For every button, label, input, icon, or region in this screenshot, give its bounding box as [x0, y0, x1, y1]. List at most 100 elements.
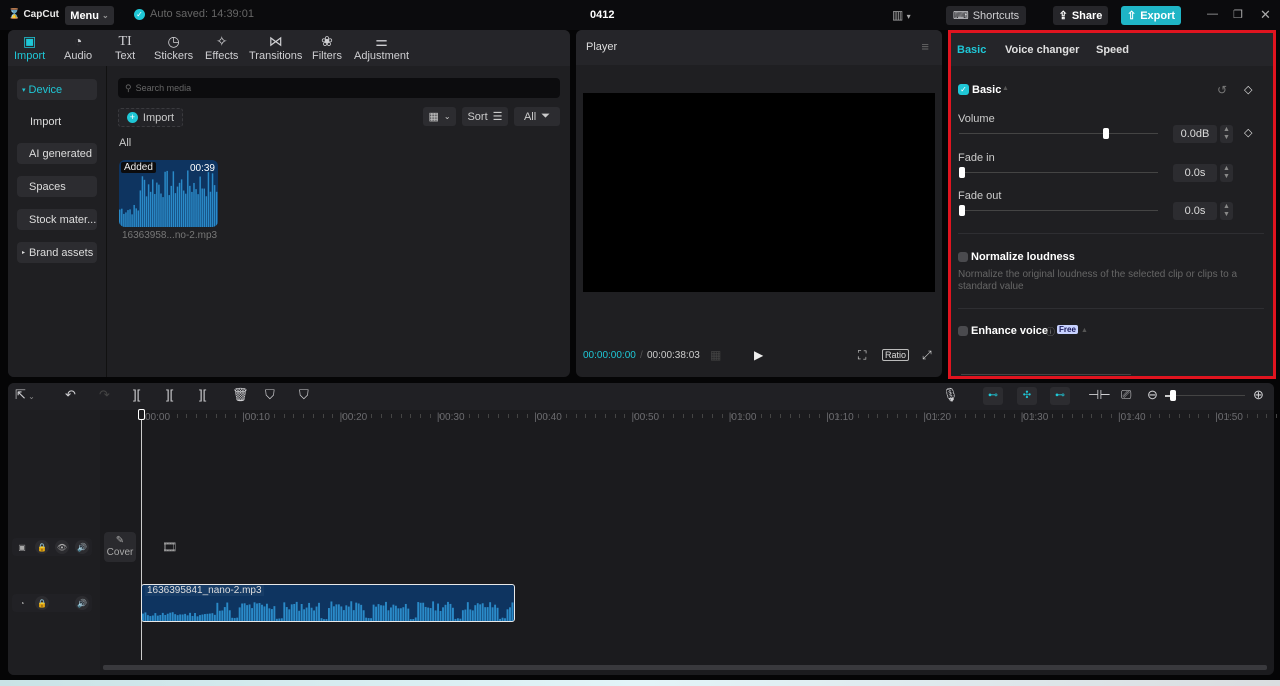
view-mode-button[interactable]: ▦ ⌄ [423, 107, 456, 126]
waveform-bar [137, 210, 140, 227]
search-input[interactable]: ⚲ Search media [118, 78, 560, 98]
sidebar-item-brand-assets[interactable]: ▸ Brand assets [17, 242, 97, 263]
timeline-zoom-slider[interactable] [1165, 395, 1245, 396]
volume-stepper[interactable]: ▲ ▼ [1220, 125, 1233, 143]
split-right-icon[interactable]: ][ [199, 388, 206, 402]
volume-input[interactable]: 0.0dB [1173, 125, 1217, 143]
sidebar-item-device[interactable]: ▾ Device [17, 79, 97, 100]
fade-in-stepper[interactable]: ▲ ▼ [1220, 164, 1233, 182]
zoom-out-icon[interactable]: ⊖ [1147, 388, 1158, 402]
basic-checkbox[interactable]: ✓ [958, 84, 969, 95]
export-button[interactable]: ⇧ Export [1121, 6, 1181, 25]
playhead[interactable] [141, 411, 142, 660]
enhance-voice-checkbox[interactable] [958, 326, 968, 336]
tab-import[interactable]: ▣ Import [14, 33, 45, 62]
tab-filters[interactable]: ❀ Filters [312, 33, 342, 62]
lock-icon[interactable]: 🔒 [35, 540, 49, 554]
timeline-scrollbar[interactable] [103, 665, 1267, 670]
collapse-icon[interactable]: ▲ [1081, 327, 1088, 334]
split-icon[interactable]: ][ [133, 388, 140, 402]
waveform-bar [432, 601, 435, 621]
eye-icon[interactable]: 👁 [55, 540, 69, 554]
speaker-icon[interactable]: 🔊 [75, 540, 89, 554]
keyframe-icon[interactable]: ◇ [1244, 83, 1252, 96]
zoom-in-icon[interactable]: ⊕ [1253, 388, 1264, 402]
close-button[interactable]: ✕ [1260, 7, 1271, 23]
ruler-tick [1081, 414, 1083, 418]
microphone-icon[interactable]: 🎙 [942, 388, 959, 402]
shortcuts-button[interactable]: ⌨ Shortcuts [946, 6, 1026, 25]
tab-adjustment[interactable]: ⚌ Adjustment [354, 33, 409, 62]
redo-icon[interactable]: ↷ [99, 388, 110, 402]
reset-icon[interactable]: ↺ [1217, 83, 1227, 97]
fade-in-slider-knob[interactable] [959, 167, 965, 178]
zoom-fit-icon[interactable]: ⎚ [1121, 388, 1131, 402]
playhead-handle[interactable] [138, 409, 145, 420]
lock-icon[interactable]: 🔒 [35, 596, 49, 610]
project-title[interactable]: 0412 [590, 9, 614, 21]
fullscreen-icon[interactable]: ⤢ [922, 348, 932, 363]
media-item[interactable]: Added 00:39 [119, 160, 218, 227]
sidebar-item-ai-generated[interactable]: AI generated [17, 143, 97, 164]
tab-transitions[interactable]: ⋈ Transitions [249, 33, 302, 62]
help-icon[interactable]: ⓘ [1046, 325, 1055, 338]
split-screen-icon[interactable]: ⊣⊢ [1088, 388, 1111, 402]
tab-text[interactable]: TI Text [115, 33, 135, 62]
collapse-icon[interactable]: ▲ [1002, 85, 1009, 92]
normalize-checkbox[interactable] [958, 252, 968, 262]
timecode-grid-icon[interactable]: ▦ [710, 348, 721, 362]
fade-out-slider[interactable] [959, 210, 1158, 211]
share-icon: ⇪ [1058, 10, 1068, 22]
fade-in-slider[interactable] [959, 172, 1158, 173]
volume-slider[interactable] [959, 133, 1158, 134]
linkage-toggle[interactable]: ✣ [1017, 387, 1037, 405]
media-filename: 16363958...no-2.mp3 [122, 230, 218, 241]
delete-icon[interactable]: 🗑 [232, 388, 249, 402]
waveform-bar [193, 182, 195, 227]
timeline-zoom-knob[interactable] [1170, 390, 1176, 401]
tab-basic[interactable]: Basic [957, 44, 986, 56]
filter-button[interactable]: All ⏷ [514, 107, 560, 126]
select-tool-icon[interactable]: ⇱ ⌄ [15, 388, 35, 404]
waveform-bar [280, 618, 283, 621]
fade-in-input[interactable]: 0.0s [1173, 164, 1217, 182]
sort-button[interactable]: Sort ☰ [462, 107, 508, 126]
menu-button[interactable]: Menu ⌄ [65, 6, 114, 25]
sidebar-item-stock-material[interactable]: Stock mater... [17, 209, 97, 230]
volume-keyframe-icon[interactable]: ◇ [1244, 126, 1252, 139]
tab-voice-changer[interactable]: Voice changer [1005, 44, 1079, 56]
ruler-tick [1247, 414, 1249, 418]
import-button[interactable]: + Import [118, 108, 183, 127]
tab-effects[interactable]: ✧ Effects [205, 33, 238, 62]
filters-icon: ❀ [321, 33, 333, 49]
tab-speed[interactable]: Speed [1096, 44, 1129, 56]
fade-out-slider-knob[interactable] [959, 205, 965, 216]
undo-icon[interactable]: ↶ [65, 388, 76, 402]
maximize-button[interactable]: ❐ [1233, 8, 1243, 21]
speaker-icon[interactable]: 🔊 [75, 596, 89, 610]
tab-stickers[interactable]: ◷ Stickers [154, 33, 193, 62]
mark-icon[interactable]: ⛉ [265, 388, 275, 402]
waveform-bar [238, 607, 241, 621]
play-button[interactable]: ▶ [754, 348, 763, 362]
shield-icon[interactable]: ⛉ [299, 388, 309, 402]
sidebar-item-import[interactable]: Import [17, 111, 97, 132]
auto-snap-toggle[interactable]: ⊷ [983, 387, 1003, 405]
audio-clip[interactable]: 1636395841_nano-2.mp3 [141, 584, 515, 622]
player-menu-icon[interactable]: ≡ [921, 39, 929, 54]
cover-button[interactable]: ✎ Cover [104, 532, 136, 562]
minimize-button[interactable]: — [1207, 8, 1218, 20]
tab-audio[interactable]: ◔ Audio [64, 33, 92, 62]
ratio-button[interactable]: Ratio [882, 349, 910, 361]
ruler-tick [1198, 414, 1200, 418]
zoom-preview-icon[interactable]: ⛶ [858, 348, 866, 363]
volume-slider-knob[interactable] [1103, 128, 1110, 139]
layout-toggle[interactable]: ▥ ▾ [892, 8, 911, 22]
preview-axis-toggle[interactable]: ⊷ [1050, 387, 1070, 405]
waveform-bar [213, 185, 216, 227]
fade-out-stepper[interactable]: ▲ ▼ [1220, 202, 1233, 220]
share-button[interactable]: ⇪ Share [1053, 6, 1108, 25]
fade-out-input[interactable]: 0.0s [1173, 202, 1217, 220]
sidebar-item-spaces[interactable]: Spaces [17, 176, 97, 197]
split-left-icon[interactable]: ][ [166, 388, 173, 402]
